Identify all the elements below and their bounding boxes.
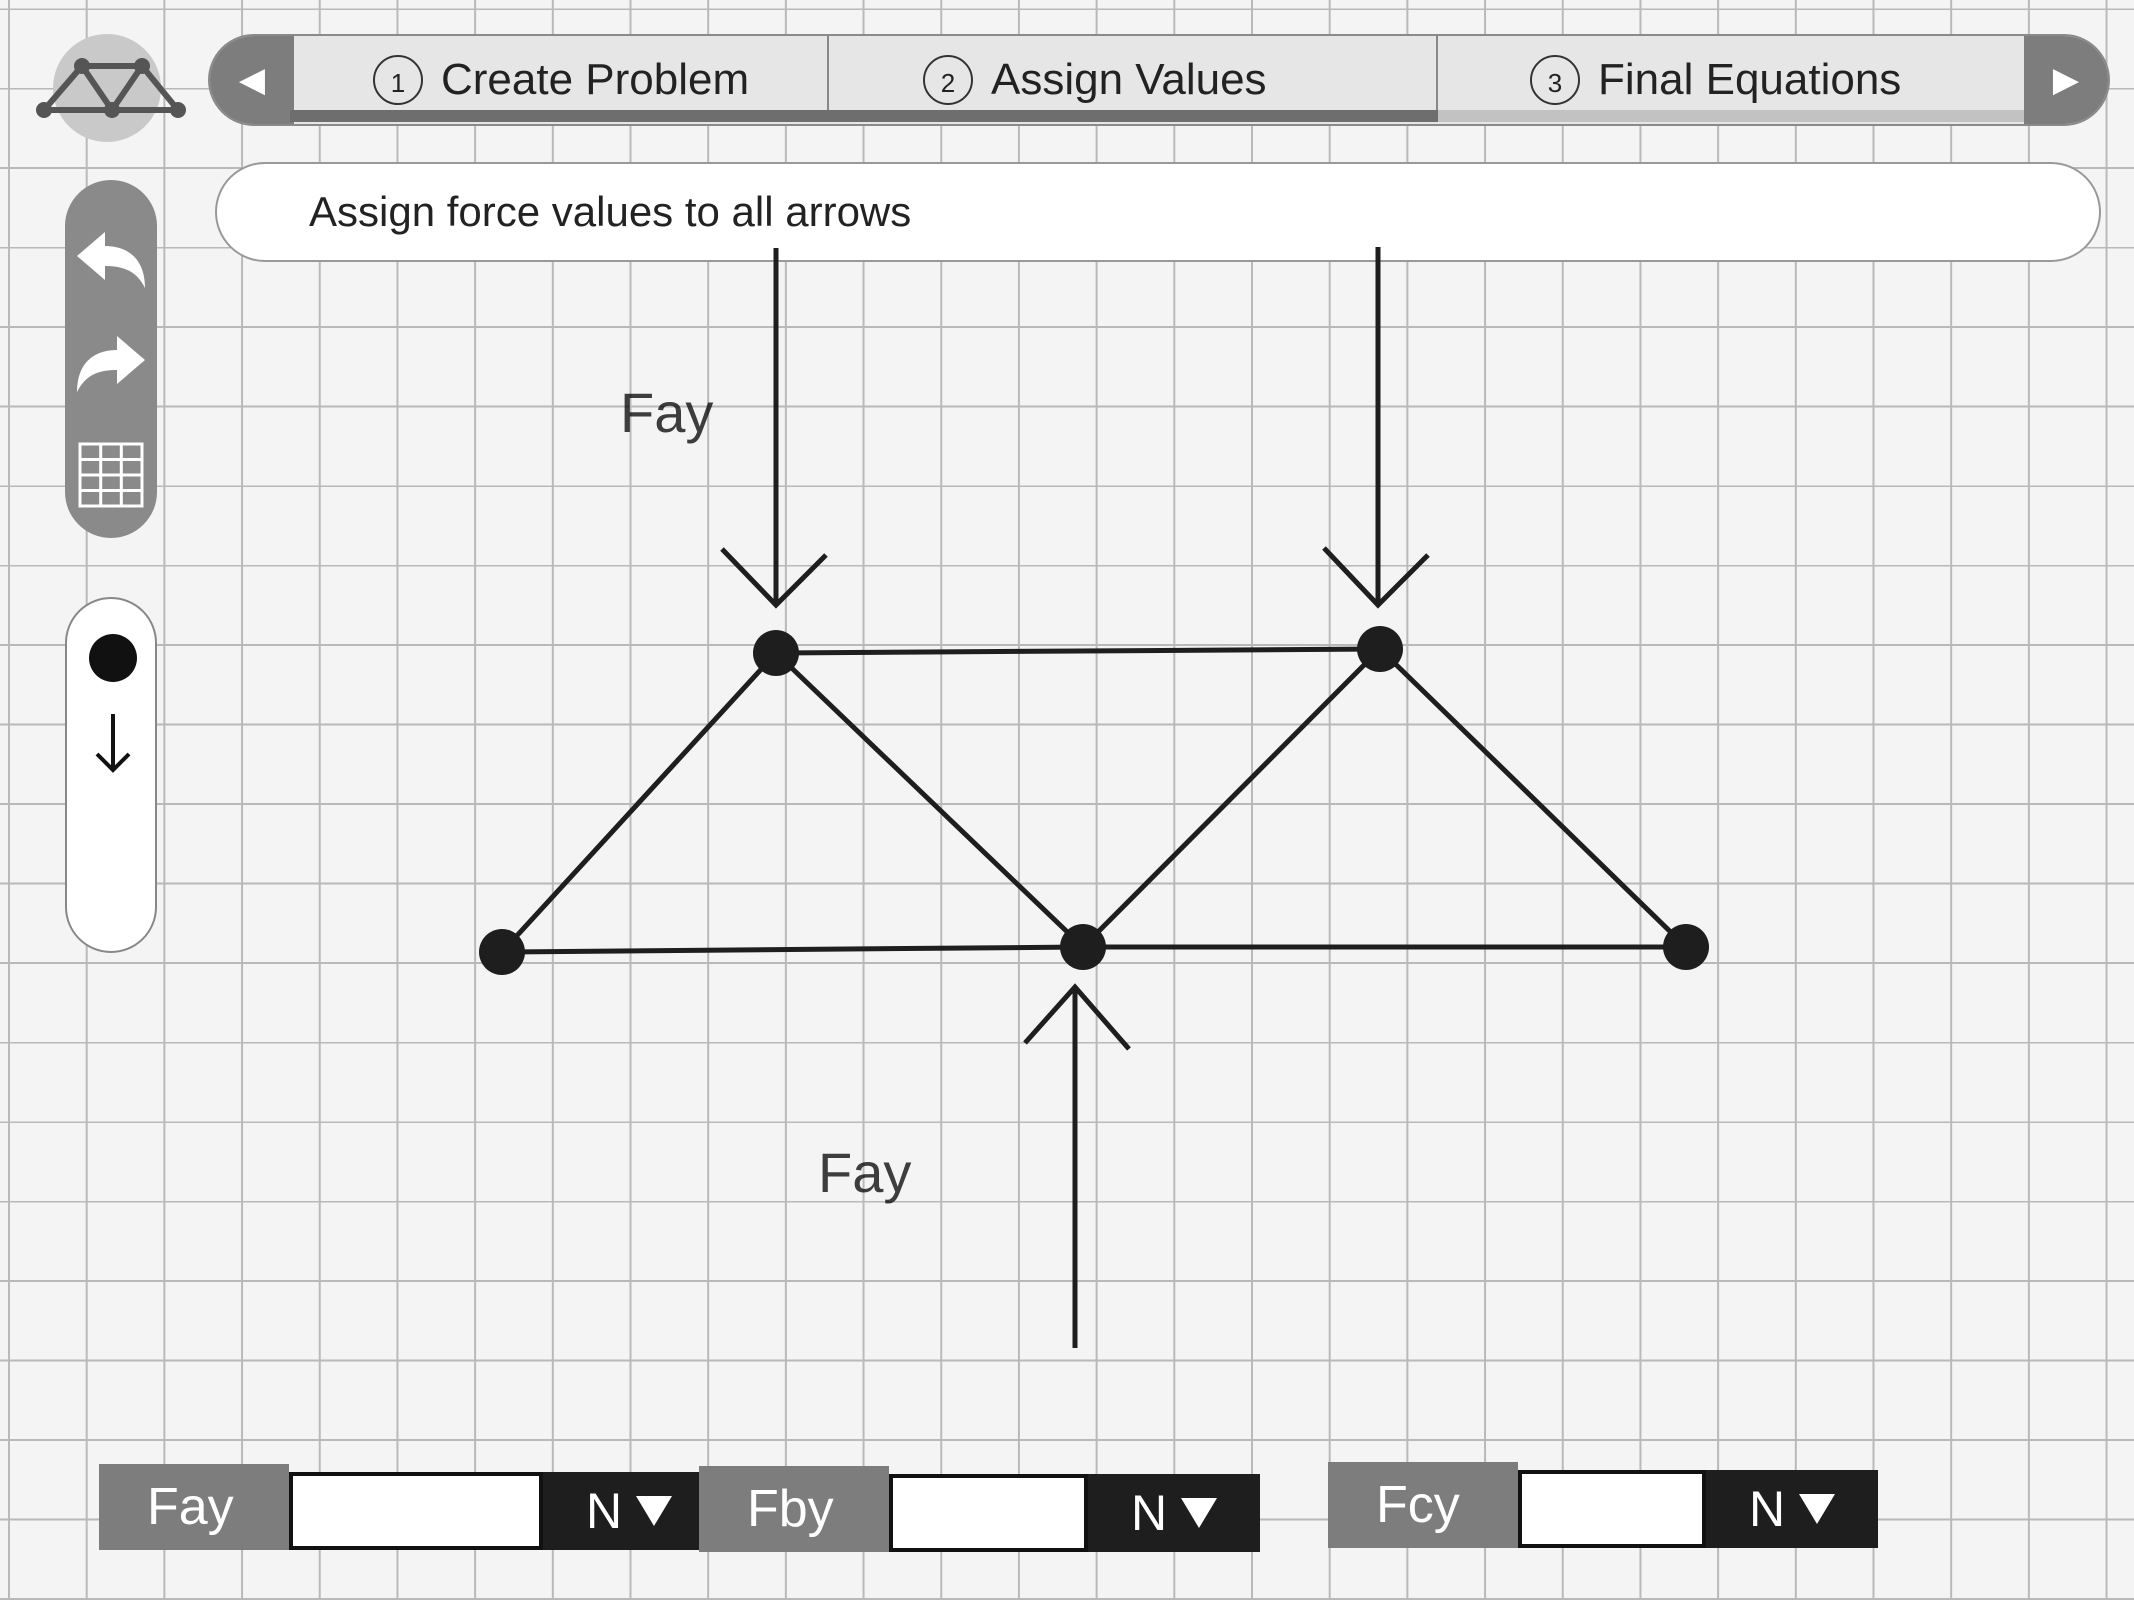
triangle-down-icon (636, 1496, 673, 1526)
force-arrow-fay[interactable] (720, 248, 828, 609)
ghost-force-label: Fay (620, 381, 713, 444)
step-number-badge: 2 (923, 55, 973, 105)
force-arrow-tool-icon (95, 714, 131, 773)
force-label: Fcy (1328, 1462, 1518, 1548)
step-number-badge: 1 (373, 55, 423, 105)
step-divider (827, 36, 829, 112)
step-label: Create Problem (441, 55, 750, 104)
truss-node[interactable] (1060, 924, 1106, 970)
step-divider (1436, 36, 1438, 112)
force-value-input-fay[interactable] (289, 1472, 543, 1550)
force-value-input-fcy[interactable] (1518, 1470, 1706, 1548)
edit-toolbar (65, 180, 157, 538)
truss-node[interactable] (1663, 924, 1709, 970)
unit-select-fby[interactable]: N (1088, 1474, 1260, 1552)
unit-value: N (1748, 1481, 1786, 1537)
force-entry-fby: Fby N (699, 1466, 1261, 1552)
ghost-force-label: Fay (818, 1141, 911, 1204)
unit-select-fay[interactable]: N (543, 1472, 715, 1550)
undo-icon (77, 232, 145, 288)
app-logo (30, 30, 190, 150)
truss-member (1377, 646, 1689, 950)
truss-node[interactable] (479, 929, 525, 975)
unit-select-fcy[interactable]: N (1706, 1470, 1878, 1548)
force-entry-fay: Fay N (99, 1464, 715, 1550)
node-tool-icon (89, 634, 137, 682)
step-progress-fill (290, 110, 1438, 122)
truss-member (499, 650, 779, 955)
force-label: Fby (699, 1466, 889, 1552)
step-number-badge: 3 (1530, 55, 1580, 105)
triangle-down-icon (1799, 1494, 1836, 1524)
redo-icon (77, 336, 145, 392)
step-label: Assign Values (991, 55, 1267, 104)
truss-node[interactable] (1357, 626, 1403, 672)
triangle-left-icon: ◀ (238, 61, 266, 99)
unit-value: N (585, 1483, 623, 1539)
truss-member (773, 646, 1383, 656)
force-arrow-fcy[interactable] (1023, 983, 1131, 1348)
undo-button[interactable] (65, 216, 157, 306)
grid-icon (78, 442, 144, 508)
truss-node[interactable] (753, 630, 799, 676)
unit-value: N (1130, 1485, 1168, 1541)
force-arrow-fby[interactable] (1322, 247, 1430, 609)
step-label: Final Equations (1598, 55, 1902, 104)
toggle-grid-button[interactable] (65, 430, 157, 520)
instruction-banner: Assign force values to all arrows (215, 162, 2101, 262)
force-label: Fay (99, 1464, 289, 1550)
force-entry-fcy: Fcy N (1328, 1462, 1878, 1548)
truss-member (773, 650, 1086, 950)
step-navigation-bar: ◀ 1 Create Problem 2 Assign Values 3 Fin… (208, 34, 2110, 126)
truss-member (499, 944, 1086, 955)
next-step-button[interactable]: ▶ (2024, 36, 2108, 124)
truss-member (1080, 646, 1383, 950)
redo-button[interactable] (65, 320, 157, 410)
previous-step-button[interactable]: ◀ (210, 36, 294, 124)
node-tool-button[interactable] (67, 613, 159, 703)
force-value-input-fby[interactable] (889, 1474, 1088, 1552)
draw-tools-toolbar (65, 597, 157, 953)
triangle-down-icon (1181, 1498, 1218, 1528)
instruction-text: Assign force values to all arrows (309, 188, 912, 235)
triangle-right-icon: ▶ (2052, 61, 2080, 99)
force-arrow-tool-button[interactable] (67, 699, 159, 789)
